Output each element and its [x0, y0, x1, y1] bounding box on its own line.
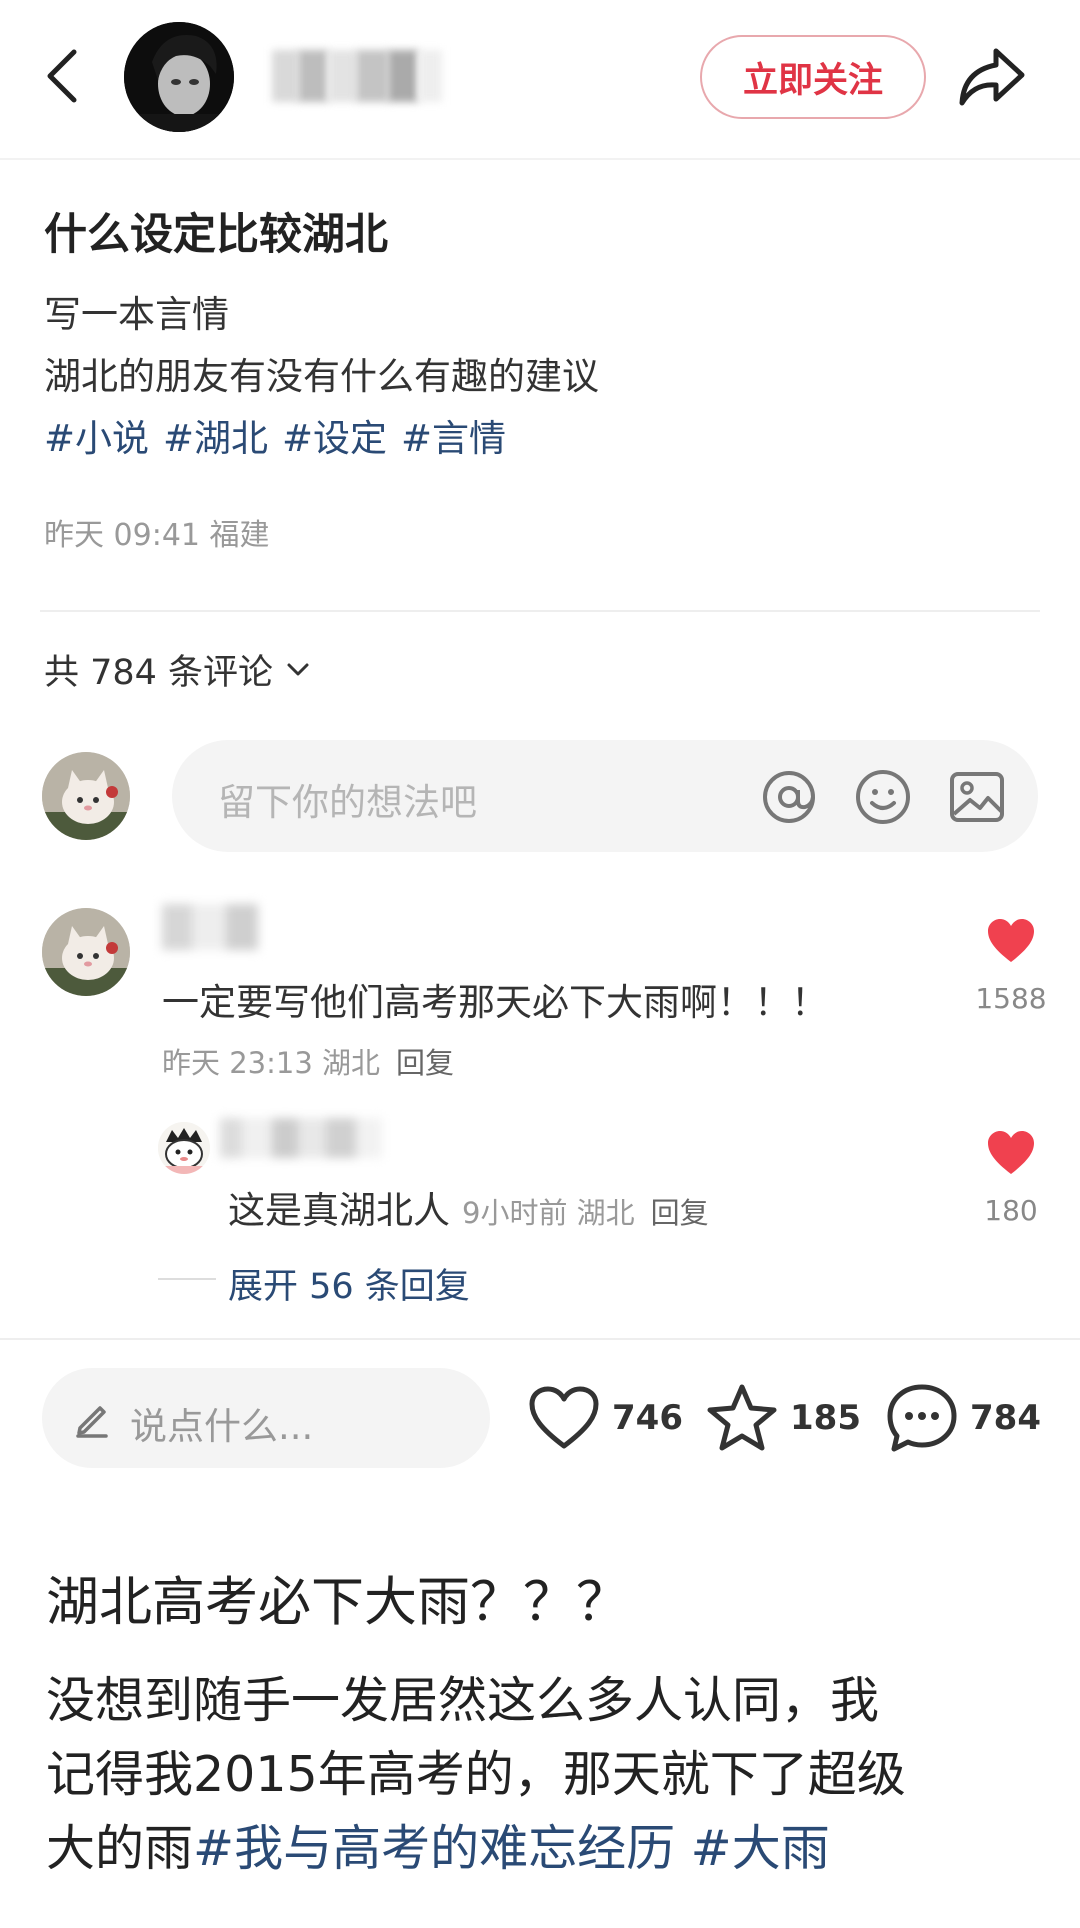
- post-star-count: 185: [790, 1398, 861, 1438]
- back-button[interactable]: [40, 44, 90, 108]
- caption-line: 没想到随手一发居然这么多人认同，我: [46, 1672, 880, 1729]
- caption-line: 大的雨#我与高考的难忘经历 #大雨: [46, 1812, 1046, 1886]
- image-icon[interactable]: [948, 768, 1006, 826]
- author-avatar[interactable]: [124, 22, 234, 132]
- like-post-button[interactable]: 746: [528, 1378, 683, 1458]
- caption-tags[interactable]: #我与高考的难忘经历 #大雨: [193, 1820, 830, 1877]
- comment-bubble-icon: [887, 1384, 957, 1452]
- reply-button[interactable]: 回复: [651, 1196, 709, 1230]
- tag-link[interactable]: #湖北: [163, 417, 268, 460]
- caption-text: 大的雨: [46, 1820, 194, 1877]
- author-name-blurred[interactable]: [272, 50, 442, 102]
- say-input-placeholder: 说点什么...: [130, 1405, 314, 1448]
- share-icon: [959, 48, 1025, 106]
- commenter-name-blurred[interactable]: [162, 904, 258, 950]
- reply-like-count: 180: [984, 1194, 1038, 1227]
- expand-line: [158, 1278, 216, 1280]
- favorite-post-button[interactable]: 185: [706, 1378, 861, 1458]
- heart-filled-icon: [988, 919, 1034, 962]
- comment-time-location: 昨天 23:13 湖北: [162, 1046, 381, 1080]
- cat-avatar-image: [42, 908, 130, 996]
- tag-link[interactable]: #小说: [44, 417, 149, 460]
- comment-meta: 昨天 23:13 湖北 回复: [162, 1040, 454, 1082]
- heart-filled-icon: [988, 1131, 1034, 1174]
- post-meta: 昨天 09:41 福建: [44, 518, 270, 553]
- top-bar: 立即关注: [0, 0, 1080, 160]
- current-user-avatar[interactable]: [42, 752, 130, 840]
- reply-meta: 9小时前 湖北: [462, 1196, 635, 1230]
- say-something-input[interactable]: 说点什么...: [42, 1368, 490, 1468]
- tag-link[interactable]: #言情: [401, 417, 506, 460]
- comment-like-button[interactable]: [986, 918, 1036, 968]
- post-tags: #小说 #湖北 #设定 #言情: [44, 408, 599, 470]
- comment-post-button[interactable]: 784: [886, 1378, 1041, 1458]
- caption-line: 记得我2015年高考的，那天就下了超级: [46, 1746, 906, 1803]
- comment-input[interactable]: 留下你的想法吧: [172, 740, 1038, 852]
- expand-replies-button[interactable]: 展开 56 条回复: [228, 1258, 470, 1309]
- replier-name-blurred[interactable]: [220, 1118, 382, 1158]
- caption-title: 湖北高考必下大雨？？？: [46, 1572, 629, 1633]
- comments-count-toggle[interactable]: 共 784 条评论: [44, 644, 311, 695]
- at-icon[interactable]: [760, 768, 818, 826]
- reply-like-button[interactable]: [986, 1130, 1036, 1180]
- commenter-avatar[interactable]: [42, 908, 130, 996]
- tag-link[interactable]: #设定: [282, 417, 387, 460]
- follow-button[interactable]: 立即关注: [700, 35, 926, 119]
- caption-body: 没想到随手一发居然这么多人认同，我 记得我2015年高考的，那天就下了超级 大的…: [46, 1664, 1046, 1886]
- post-body: 写一本言情 湖北的朋友有没有什么有趣的建议 #小说 #湖北 #设定 #言情: [44, 284, 599, 470]
- reply-text-line: 这是真湖北人 9小时前 湖北 回复: [228, 1180, 709, 1234]
- chevron-down-icon: [287, 663, 309, 675]
- heart-icon: [529, 1386, 599, 1449]
- post-title: 什么设定比较湖北: [44, 210, 388, 260]
- post-line: 写一本言情: [44, 293, 229, 336]
- cartoon-avatar-image: [158, 1122, 210, 1174]
- bottom-bar-divider: [0, 1338, 1080, 1340]
- share-button[interactable]: [956, 45, 1028, 111]
- post-comment-count: 784: [970, 1398, 1041, 1438]
- reply-button[interactable]: 回复: [396, 1046, 454, 1080]
- chevron-left-icon: [47, 49, 77, 103]
- author-avatar-image: [124, 22, 234, 132]
- comments-count-label: 共 784 条评论: [44, 653, 274, 693]
- post-line: 湖北的朋友有没有什么有趣的建议: [44, 355, 599, 398]
- pencil-icon: [76, 1406, 108, 1438]
- divider: [40, 610, 1040, 612]
- comment-input-placeholder: 留下你的想法吧: [218, 781, 477, 824]
- reply-text: 这是真湖北人: [228, 1189, 450, 1232]
- reply-avatar[interactable]: [158, 1122, 210, 1174]
- emoji-icon[interactable]: [854, 768, 912, 826]
- comment-text: 一定要写他们高考那天必下大雨啊！！！: [162, 981, 828, 1024]
- cat-avatar-image: [42, 752, 130, 840]
- comment-like-count: 1588: [975, 982, 1047, 1015]
- post-like-count: 746: [612, 1398, 683, 1438]
- star-icon: [707, 1384, 777, 1451]
